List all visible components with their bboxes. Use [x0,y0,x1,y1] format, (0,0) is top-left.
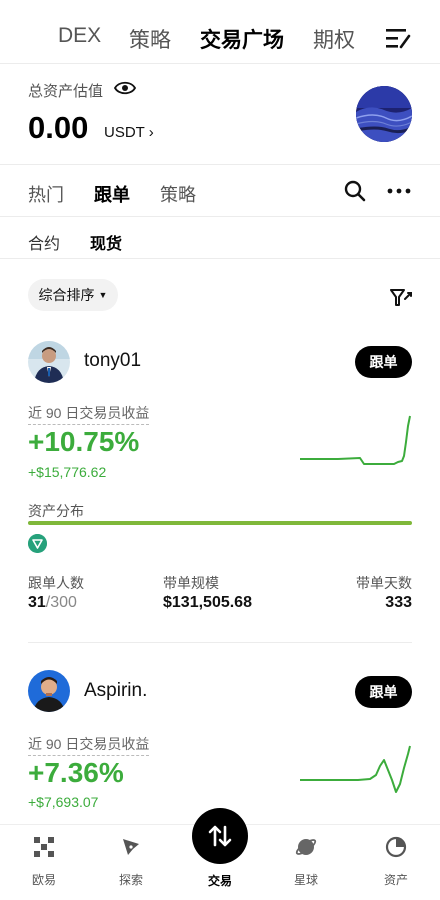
top-tab-bar: DEX 策略 交易广场 期权 [0,0,440,64]
trader-name[interactable]: tony01 [84,350,141,372]
tab-strategy[interactable]: 策略 [160,181,196,207]
caret-down-icon: ▼ [98,290,108,300]
pnl-sparkline [300,745,411,793]
asset-divider [0,164,440,165]
nav-label: 资产 [383,873,408,887]
days-value: 333 [385,594,412,611]
search-icon[interactable] [344,180,366,202]
nav-label: 欧易 [31,873,56,887]
nav-explore[interactable]: 探索 [101,835,161,888]
days-label: 带单天数 [356,575,412,591]
asset-distribution-label: 资产分布 [28,501,84,523]
nav-okx[interactable]: 欧易 [14,835,74,888]
typetab-divider [0,258,440,259]
pnl-amount: +$7,693.07 [28,794,99,810]
subtab-divider [0,216,440,217]
follow-button[interactable]: 跟单 [355,676,412,708]
filter-icon[interactable] [390,288,412,308]
followers-value: 31/300 [28,594,77,611]
nav-label: 探索 [118,873,143,887]
tab-hot[interactable]: 热门 [28,181,64,207]
nav-label: 星球 [293,873,318,887]
followers-label: 跟单人数 [28,575,84,591]
pnl-amount: +$15,776.62 [28,464,107,480]
header-divider [0,63,440,64]
pie-chart-icon [385,836,407,858]
aum-value: $131,505.68 [163,594,252,611]
top-tab-options[interactable]: 期权 [313,24,355,54]
menu-edit-icon[interactable] [384,26,412,50]
planet-icon [295,839,317,855]
swap-arrows-icon [208,825,232,847]
pnl-label: 近 90 日交易员收益 [28,403,150,425]
nav-planet[interactable]: 星球 [276,835,336,888]
total-assets-value: 0.00 [28,110,89,145]
aum-label: 带单规模 [163,575,219,591]
tab-spot[interactable]: 现货 [90,230,122,254]
more-icon[interactable] [386,182,412,200]
pnl-label: 近 90 日交易员收益 [28,734,150,756]
okx-logo-icon [34,837,54,857]
sort-dropdown[interactable]: 综合排序 ▼ [28,279,118,311]
trader-avatar[interactable] [28,670,70,712]
pnl-percentage: +10.75% [28,426,140,457]
pnl-percentage: +7.36% [28,757,124,788]
nav-trade-label[interactable]: 交易 [190,872,250,889]
asset-distribution-bar [28,521,412,525]
sort-label: 综合排序 [38,287,95,303]
user-avatar[interactable] [356,86,412,142]
pnl-sparkline [300,415,411,465]
compass-icon [123,839,139,855]
tab-copy[interactable]: 跟单 [94,181,130,207]
eye-icon[interactable] [114,80,136,96]
card-divider [28,642,412,643]
top-tab-copy-trading[interactable]: 交易广场 [200,24,284,54]
trader-name[interactable]: Aspirin. [84,680,147,702]
usdt-token-icon [28,534,47,553]
top-tab-strategy[interactable]: 策略 [129,24,171,54]
asset-unit-link[interactable]: USDT › [104,124,154,141]
trader-avatar[interactable] [28,341,70,383]
follow-button[interactable]: 跟单 [355,346,412,378]
nav-assets[interactable]: 资产 [366,835,426,888]
total-assets-label: 总资产估值 [28,83,104,100]
nav-trade-button[interactable] [192,808,248,864]
tab-contract[interactable]: 合约 [28,230,60,254]
top-tab-dex[interactable]: DEX [58,24,101,48]
